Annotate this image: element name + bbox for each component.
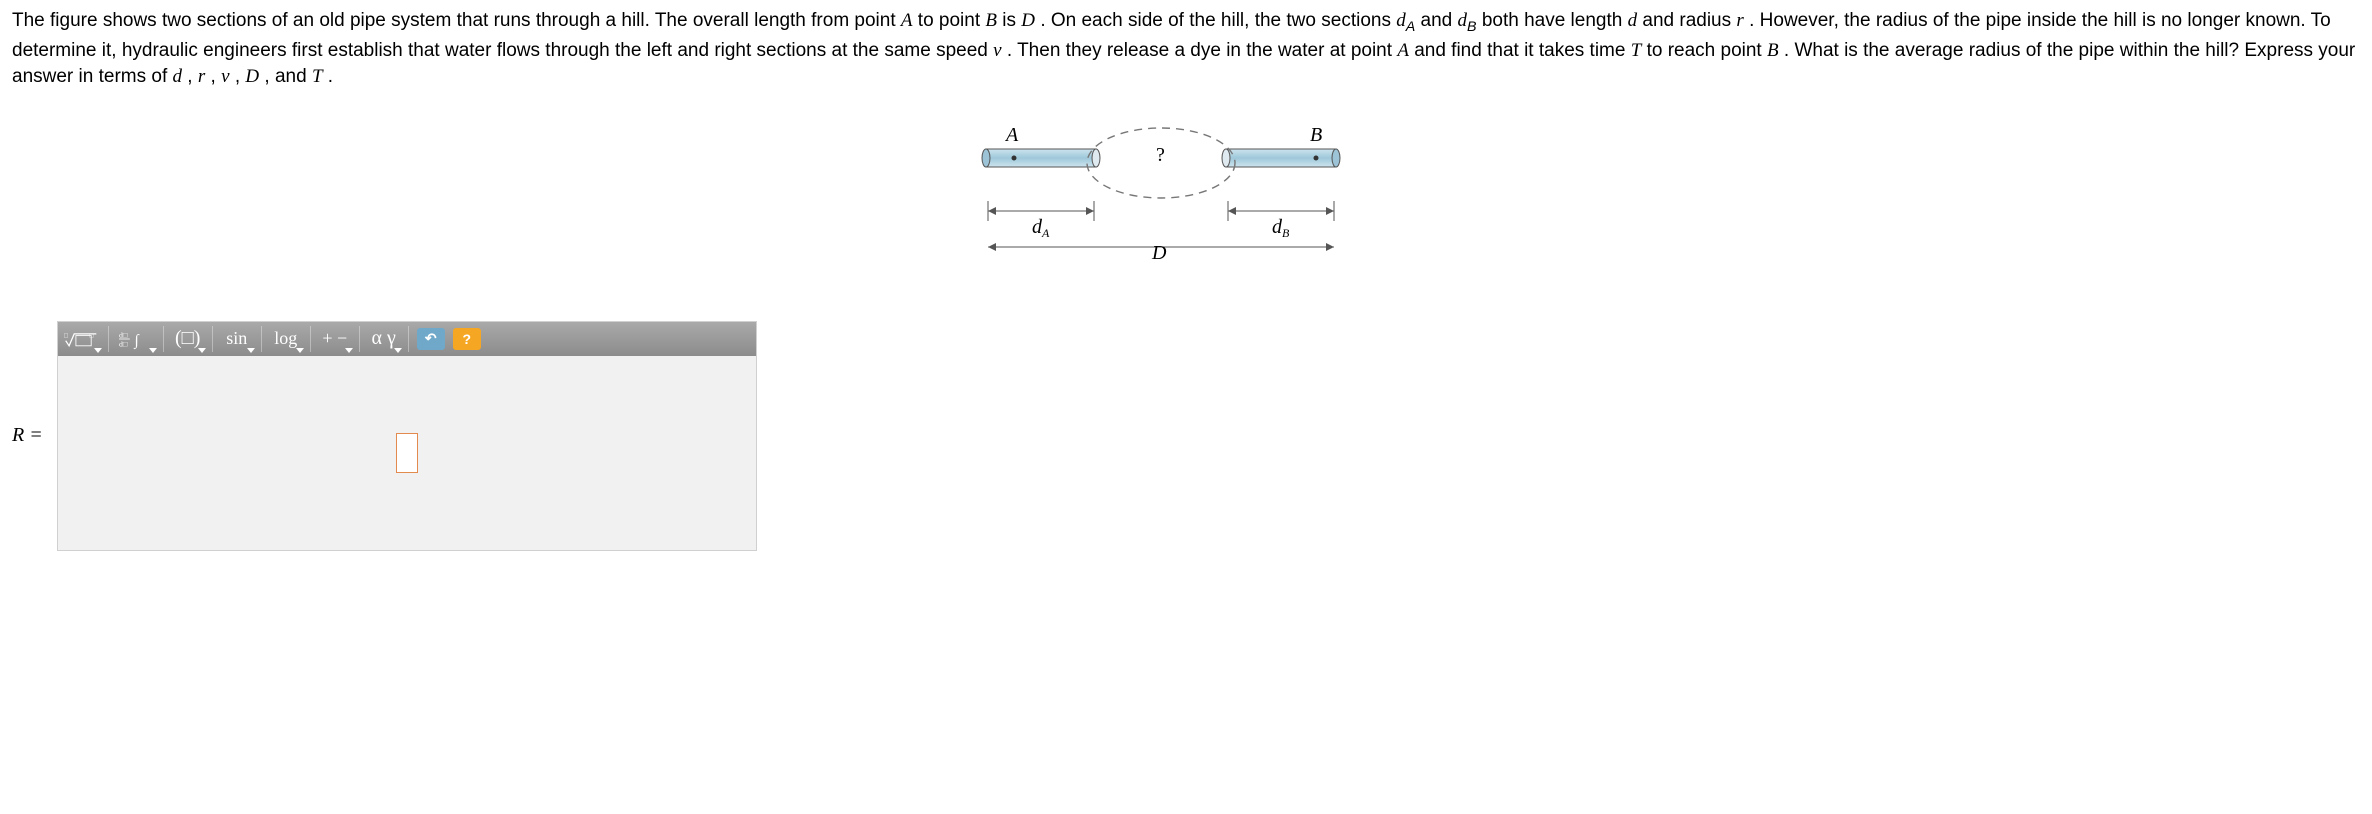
toolbar-undo-button[interactable]: ↶ <box>417 328 445 350</box>
svg-text:D: D <box>1151 242 1167 264</box>
undo-icon: ↶ <box>425 330 437 347</box>
answer-label: R = <box>12 424 43 447</box>
toolbar-greek-button[interactable]: α γ <box>364 322 404 356</box>
equation-editor[interactable]: □ □ d□ d□ ∫ (□) sin <box>57 321 757 551</box>
toolbar-trig-button[interactable]: sin <box>217 322 257 356</box>
help-icon: ? <box>462 331 471 347</box>
root-icon: □ □ <box>64 328 98 350</box>
svg-text:d□: d□ <box>119 330 128 339</box>
toolbar-calculus-button[interactable]: d□ d□ ∫ <box>113 322 159 356</box>
diagram-container: A B ? dA dB D <box>12 121 2360 281</box>
toolbar-operators-button[interactable]: + − <box>315 322 355 356</box>
svg-text:□: □ <box>89 332 93 339</box>
toolbar-log-button[interactable]: log <box>266 322 306 356</box>
svg-text:□: □ <box>64 332 68 339</box>
calculus-icon: d□ d□ ∫ <box>119 328 153 350</box>
toolbar-help-button[interactable]: ? <box>453 328 481 350</box>
toolbar-paren-button[interactable]: (□) <box>168 322 208 356</box>
equation-toolbar: □ □ d□ d□ ∫ (□) sin <box>58 322 756 356</box>
svg-text:dA: dA <box>1032 216 1050 240</box>
problem-statement: The figure shows two sections of an old … <box>12 8 2360 91</box>
svg-text:∫: ∫ <box>133 332 140 349</box>
svg-text:dB: dB <box>1272 216 1290 240</box>
answer-row: R = □ □ d□ d□ ∫ <box>12 321 2360 551</box>
pipe-diagram: A B ? dA dB D <box>976 121 1396 281</box>
diagram-label-A: A <box>1004 124 1019 146</box>
toolbar-root-button[interactable]: □ □ <box>58 322 104 356</box>
svg-text:d□: d□ <box>119 340 128 349</box>
equation-input-area[interactable] <box>58 356 756 550</box>
diagram-label-B: B <box>1310 124 1322 146</box>
equation-placeholder[interactable] <box>396 433 418 473</box>
diagram-label-q: ? <box>1156 144 1165 166</box>
